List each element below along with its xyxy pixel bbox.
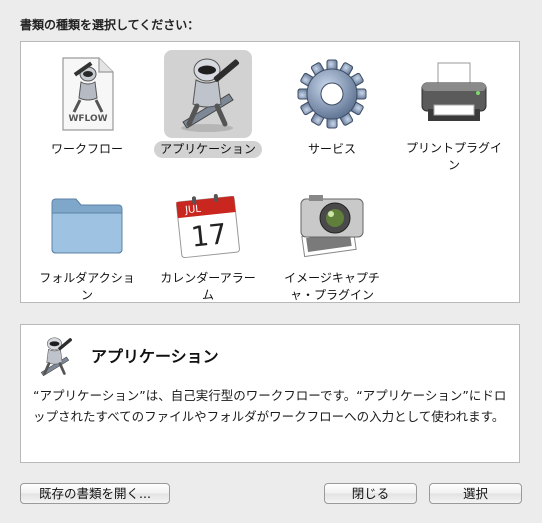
document-type-grid: WFLOW ワークフロー アプリケーション サービス プリントプラグイン フォル… <box>20 41 520 303</box>
doc-type-label: フォルダアクション <box>39 271 135 302</box>
calendar-day: 17 <box>189 217 228 254</box>
doc-type-calendar-alarm[interactable]: JUL 17 カレンダーアラーム <box>151 180 265 304</box>
prompt-label: 書類の種類を選択してください： <box>20 18 200 32</box>
doc-type-folder-action[interactable]: フォルダアクション <box>30 180 144 304</box>
open-existing-button[interactable]: 既存の書類を開く... <box>20 483 170 504</box>
automator-robot-icon <box>33 335 77 379</box>
workflow-icon-text: WFLOW <box>68 114 107 124</box>
doc-type-label: ワークフロー <box>50 142 123 156</box>
automator-robot-icon <box>164 50 252 138</box>
doc-type-application[interactable]: アプリケーション <box>151 50 265 158</box>
folder-icon <box>43 180 131 268</box>
doc-type-workflow[interactable]: WFLOW ワークフロー <box>30 50 144 158</box>
doc-type-label: イメージキャプチャ・プラグイン <box>284 271 380 302</box>
workflow-document-icon: WFLOW <box>43 50 131 138</box>
calendar-icon: JUL 17 <box>164 180 252 268</box>
doc-type-print-plugin[interactable]: プリントプラグイン <box>397 50 511 174</box>
doc-type-service[interactable]: サービス <box>275 50 389 158</box>
description-title: アプリケーション <box>91 347 219 366</box>
choose-button[interactable]: 選択 <box>429 483 522 504</box>
doc-type-label: サービス <box>307 142 356 156</box>
description-text: “アプリケーション”は、自己実行型のワークフローです。“アプリケーション”にドロ… <box>33 388 507 424</box>
gear-icon <box>288 50 376 138</box>
calendar-month: JUL <box>184 204 202 217</box>
close-button[interactable]: 閉じる <box>324 483 417 504</box>
printer-icon <box>410 50 498 138</box>
doc-type-label: カレンダーアラーム <box>160 271 256 302</box>
doc-type-label: アプリケーション <box>154 141 262 158</box>
camera-icon <box>288 180 376 268</box>
doc-type-label: プリントプラグイン <box>405 141 502 172</box>
doc-type-image-capture-plugin[interactable]: イメージキャプチャ・プラグイン <box>275 180 389 304</box>
description-panel: アプリケーション “アプリケーション”は、自己実行型のワークフローです。“アプリ… <box>20 324 520 463</box>
